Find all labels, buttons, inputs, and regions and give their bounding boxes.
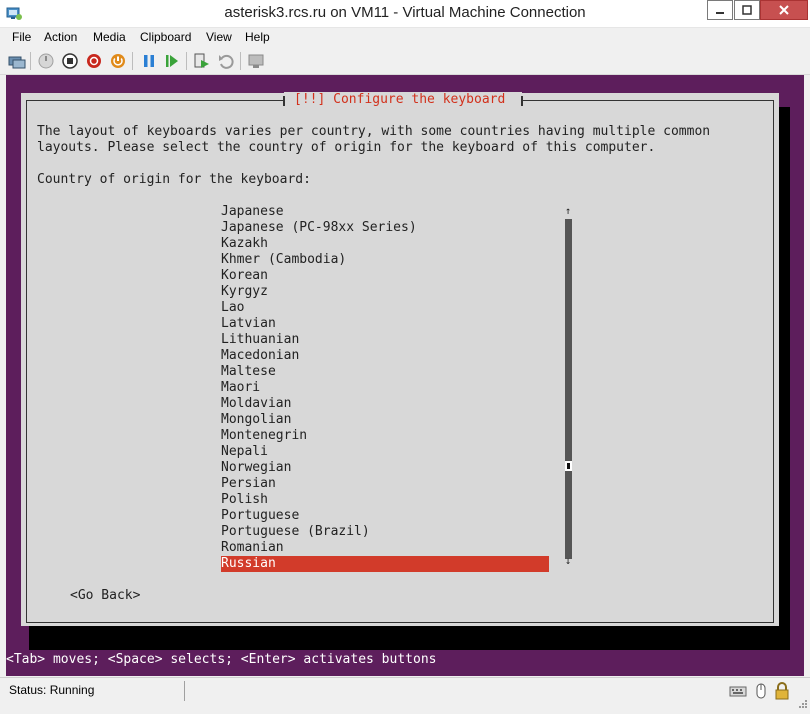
window-titlebar: asterisk3.rcs.ru on VM11 - Virtual Machi… xyxy=(0,0,810,28)
lock-icon xyxy=(773,682,791,700)
list-item[interactable]: Persian xyxy=(221,476,551,492)
window-title: asterisk3.rcs.ru on VM11 - Virtual Machi… xyxy=(224,4,586,21)
keyboard-help-line: <Tab> moves; <Space> selects; <Enter> ac… xyxy=(6,652,437,667)
list-item[interactable]: Portuguese xyxy=(221,508,551,524)
maximize-button[interactable] xyxy=(734,0,760,20)
list-item-selected[interactable]: Russian xyxy=(221,556,549,572)
list-item[interactable]: Portuguese (Brazil) xyxy=(221,524,551,540)
list-item[interactable]: Lao xyxy=(221,300,551,316)
keyboard-icon xyxy=(729,682,747,700)
resize-grip-icon[interactable] xyxy=(798,696,808,708)
list-item[interactable]: Latvian xyxy=(221,316,551,332)
turn-off-icon[interactable] xyxy=(61,52,79,70)
pause-icon[interactable] xyxy=(140,52,158,70)
revert-icon[interactable] xyxy=(217,52,235,70)
vm-status: Status: Running xyxy=(9,683,95,697)
save-icon[interactable] xyxy=(109,52,127,70)
list-item[interactable]: Polish xyxy=(221,492,551,508)
dialog-prompt: Country of origin for the keyboard: xyxy=(37,172,311,187)
menu-media[interactable]: Media xyxy=(93,30,126,44)
list-scrollbar[interactable]: ↑ ↓ xyxy=(563,207,573,567)
close-button[interactable] xyxy=(760,0,808,20)
minimize-icon xyxy=(716,12,724,14)
list-item[interactable]: Nepali xyxy=(221,444,551,460)
maximize-icon xyxy=(742,5,752,15)
list-item[interactable]: Kazakh xyxy=(221,236,551,252)
list-item[interactable]: Lithuanian xyxy=(221,332,551,348)
dialog-title: [!!] Configure the keyboard xyxy=(294,92,506,107)
menu-view[interactable]: View xyxy=(206,30,232,44)
list-item[interactable]: Maltese xyxy=(221,364,551,380)
list-item[interactable]: Korean xyxy=(221,268,551,284)
list-item[interactable]: Kyrgyz xyxy=(221,284,551,300)
list-item[interactable]: Mongolian xyxy=(221,412,551,428)
mouse-icon xyxy=(752,682,770,700)
scroll-thumb-marker xyxy=(567,463,570,469)
menu-file[interactable]: File xyxy=(12,30,31,44)
minimize-button[interactable] xyxy=(707,0,733,20)
list-item[interactable]: Khmer (Cambodia) xyxy=(221,252,551,268)
list-item[interactable]: Maori xyxy=(221,380,551,396)
status-separator xyxy=(184,681,185,701)
dialog-description: The layout of keyboards varies per count… xyxy=(37,124,711,155)
list-item[interactable]: Montenegrin xyxy=(221,428,551,444)
go-back-button[interactable]: <Go Back> xyxy=(70,588,140,603)
enhanced-session-icon[interactable] xyxy=(247,52,265,70)
toolbar xyxy=(0,48,810,75)
list-item[interactable]: Norwegian xyxy=(221,460,551,476)
checkpoint-icon[interactable] xyxy=(193,52,211,70)
title-bracket-right xyxy=(521,96,523,106)
scroll-up-arrow[interactable]: ↑ xyxy=(563,207,573,217)
menu-action[interactable]: Action xyxy=(44,30,77,44)
scroll-down-arrow[interactable]: ↓ xyxy=(563,557,573,567)
reset-icon[interactable] xyxy=(163,52,181,70)
list-item[interactable]: Romanian xyxy=(221,540,551,556)
menu-clipboard[interactable]: Clipboard xyxy=(140,30,191,44)
menu-help[interactable]: Help xyxy=(245,30,270,44)
close-icon xyxy=(779,5,789,15)
shut-down-icon[interactable] xyxy=(85,52,103,70)
list-item[interactable]: Japanese (PC-98xx Series) xyxy=(221,220,551,236)
toolbar-separator xyxy=(240,52,241,70)
toolbar-separator xyxy=(186,52,187,70)
title-bracket-left xyxy=(283,96,285,106)
toolbar-separator xyxy=(132,52,133,70)
country-list[interactable]: Japanese Japanese (PC-98xx Series) Kazakh K… xyxy=(221,204,551,572)
list-item[interactable]: Moldavian xyxy=(221,396,551,412)
toolbar-separator xyxy=(30,52,31,70)
menu-bar: File Action Media Clipboard View Help xyxy=(0,28,810,48)
list-item[interactable]: Macedonian xyxy=(221,348,551,364)
list-item[interactable]: Japanese xyxy=(221,204,551,220)
start-icon[interactable] xyxy=(37,52,55,70)
status-bar: Status: Running xyxy=(0,677,810,708)
ctrl-alt-del-icon[interactable] xyxy=(8,52,26,70)
scroll-track[interactable] xyxy=(565,219,572,559)
